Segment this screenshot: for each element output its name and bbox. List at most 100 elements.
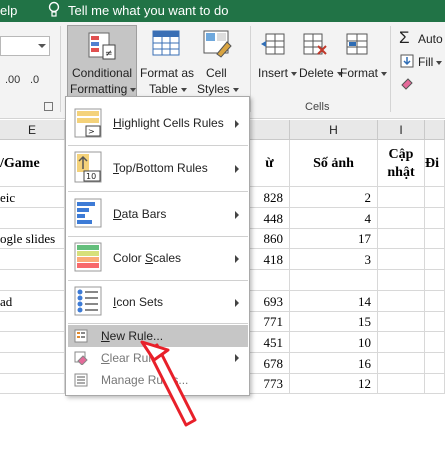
cell-j[interactable]	[425, 208, 445, 229]
autosum-icon[interactable]: Σ	[399, 28, 410, 48]
insert-button[interactable]: Insert	[258, 66, 298, 80]
cell-j[interactable]	[425, 228, 445, 249]
help-tab[interactable]: elp	[0, 3, 17, 18]
cell-g[interactable]: 828	[250, 187, 290, 208]
header-updated[interactable]: Cập nhật	[378, 140, 425, 187]
submenu-arrow-icon	[235, 120, 239, 128]
cell-g[interactable]: 693	[250, 291, 290, 312]
cell-g[interactable]: 771	[250, 311, 290, 332]
cell-game[interactable]	[0, 208, 65, 229]
cell-game[interactable]	[0, 311, 65, 332]
cell-game[interactable]	[0, 353, 65, 374]
cell-updated[interactable]	[378, 373, 425, 394]
cell-j[interactable]	[425, 332, 445, 353]
format-as-table-icon	[152, 30, 180, 56]
number-format-dropdown[interactable]	[0, 36, 50, 56]
cell-j[interactable]	[425, 291, 445, 312]
header-j-partial[interactable]: Đi	[425, 140, 445, 187]
cell-game[interactable]	[0, 249, 65, 270]
dialog-launcher-icon[interactable]	[44, 102, 53, 111]
cell-game[interactable]: eic	[0, 187, 65, 208]
cell-g[interactable]: 418	[250, 249, 290, 270]
cell-j[interactable]	[425, 311, 445, 332]
new-rule-icon	[74, 329, 88, 343]
format-cells-icon	[346, 33, 368, 55]
cell-styles-button[interactable]: Cell	[206, 66, 227, 80]
column-header-e[interactable]: E	[0, 120, 65, 140]
cell-g[interactable]: 448	[250, 208, 290, 229]
cell-photo-count[interactable]: 3	[290, 249, 378, 270]
cell-photo-count[interactable]: 12	[290, 373, 378, 394]
data-bars-icon	[74, 198, 102, 228]
menu-item-top-bottom-rules[interactable]: 10 Top/Bottom Rules	[66, 147, 249, 189]
column-header-g[interactable]	[250, 120, 290, 140]
title-bar: elp Tell me what you want to do	[0, 0, 445, 22]
top-bottom-icon: 10	[74, 151, 102, 183]
cell-updated[interactable]	[378, 332, 425, 353]
column-header-j[interactable]	[425, 120, 445, 140]
cell-updated[interactable]	[378, 353, 425, 374]
clear-eraser-icon[interactable]	[400, 76, 414, 90]
cell-photo-count[interactable]: 10	[290, 332, 378, 353]
fill-button[interactable]: Fill	[418, 55, 443, 69]
conditional-formatting-button[interactable]: ≠ Conditional Formatting	[67, 25, 137, 98]
decrease-decimal-button[interactable]: .00	[5, 74, 20, 86]
menu-item-color-scales[interactable]: Color Scales	[66, 237, 249, 279]
cell-updated[interactable]	[378, 228, 425, 249]
format-as-table-button[interactable]: Format as	[140, 66, 194, 80]
format-button[interactable]: Format	[340, 66, 388, 80]
submenu-arrow-icon	[235, 165, 239, 173]
cell-g[interactable]: 860	[250, 228, 290, 249]
cell-updated[interactable]	[378, 208, 425, 229]
submenu-arrow-icon	[235, 211, 239, 219]
tell-me-search[interactable]: Tell me what you want to do	[68, 3, 228, 18]
cell-g[interactable]: 773	[250, 373, 290, 394]
highlight-cells-icon: >	[74, 108, 102, 138]
cell-updated[interactable]	[378, 291, 425, 312]
column-header-i[interactable]: I	[378, 120, 425, 140]
cell-photo-count[interactable]: 16	[290, 353, 378, 374]
delete-cells-icon	[303, 33, 327, 55]
header-photo-count[interactable]: Số ảnh	[290, 140, 378, 187]
cell-photo-count[interactable]: 15	[290, 311, 378, 332]
cell-j[interactable]	[425, 353, 445, 374]
cell-g[interactable]	[250, 270, 290, 291]
menu-item-data-bars[interactable]: Data Bars	[66, 193, 249, 235]
menu-item-highlight-cells-rules[interactable]: > Highlight Cells Rules	[66, 104, 249, 144]
manage-rules-icon	[74, 373, 88, 387]
cell-updated[interactable]	[378, 187, 425, 208]
column-header-h[interactable]: H	[290, 120, 378, 140]
cell-photo-count[interactable]	[290, 270, 378, 291]
svg-text:>: >	[88, 127, 95, 136]
cell-updated[interactable]	[378, 249, 425, 270]
cell-g[interactable]: 451	[250, 332, 290, 353]
cell-photo-count[interactable]: 2	[290, 187, 378, 208]
cell-updated[interactable]	[378, 270, 425, 291]
header-g-partial[interactable]: ừ	[250, 140, 290, 187]
cell-game[interactable]	[0, 270, 65, 291]
increase-decimal-button[interactable]: .0	[30, 74, 39, 86]
cell-j[interactable]	[425, 249, 445, 270]
cell-photo-count[interactable]: 14	[290, 291, 378, 312]
menu-item-icon-sets[interactable]: Icon Sets	[66, 281, 249, 323]
cell-g[interactable]: 678	[250, 353, 290, 374]
svg-text:≠: ≠	[105, 49, 113, 59]
cell-photo-count[interactable]: 17	[290, 228, 378, 249]
cell-game[interactable]	[0, 373, 65, 394]
cell-game[interactable]: ogle slides	[0, 228, 65, 249]
cell-j[interactable]	[425, 270, 445, 291]
header-game[interactable]: /Game	[0, 140, 65, 187]
cell-photo-count[interactable]: 4	[290, 208, 378, 229]
cell-j[interactable]	[425, 373, 445, 394]
delete-button[interactable]: Delete	[299, 66, 343, 80]
autosum-button[interactable]: Auto	[418, 32, 443, 46]
cell-game[interactable]	[0, 332, 65, 353]
cell-j[interactable]	[425, 187, 445, 208]
cell-game[interactable]: ad	[0, 291, 65, 312]
fill-down-icon	[400, 54, 414, 68]
cells-group-label: Cells	[305, 101, 330, 113]
icon-sets-icon	[74, 286, 102, 316]
cell-updated[interactable]	[378, 311, 425, 332]
svg-text:10: 10	[86, 172, 96, 181]
cell-styles-icon	[203, 30, 232, 58]
